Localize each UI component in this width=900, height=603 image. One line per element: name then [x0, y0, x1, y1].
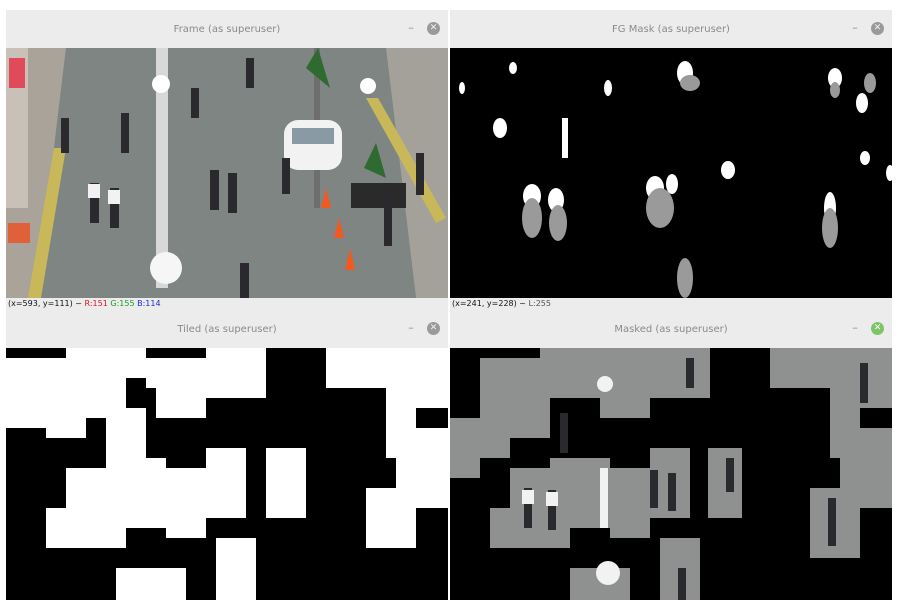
cursor-coords: (x=241, y=228) ~ — [452, 299, 526, 308]
pixel-luma-value: L:255 — [528, 299, 551, 308]
frame-window[interactable]: Frame (as superuser) – ✕ (x=593, y=111) … — [6, 10, 448, 310]
minimize-icon[interactable]: – — [404, 321, 418, 335]
close-icon[interactable]: ✕ — [871, 22, 884, 35]
close-icon[interactable]: ✕ — [427, 322, 440, 335]
masked-image[interactable] — [450, 348, 892, 600]
fgmask-image[interactable] — [450, 48, 892, 298]
fgmask-window-title: FG Mask (as superuser) — [612, 23, 730, 35]
frame-titlebar[interactable]: Frame (as superuser) – ✕ — [6, 10, 448, 48]
frame-window-title: Frame (as superuser) — [173, 23, 281, 35]
frame-image[interactable] — [6, 48, 448, 298]
masked-titlebar[interactable]: Masked (as superuser) – ✕ — [450, 310, 892, 348]
close-icon[interactable]: ✕ — [871, 322, 884, 335]
pixel-blue-value: B:114 — [137, 299, 161, 308]
fgmask-window[interactable]: FG Mask (as superuser) – ✕ (x=241, y=228… — [450, 10, 892, 310]
pixel-red-value: R:151 — [84, 299, 108, 308]
pixel-green-value: G:155 — [110, 299, 135, 308]
tiled-titlebar[interactable]: Tiled (as superuser) – ✕ — [6, 310, 448, 348]
minimize-icon[interactable]: – — [848, 21, 862, 35]
masked-window[interactable]: Masked (as superuser) – ✕ — [450, 310, 892, 600]
tiled-window[interactable]: Tiled (as superuser) – ✕ — [6, 310, 448, 600]
masked-window-title: Masked (as superuser) — [614, 323, 728, 335]
minimize-icon[interactable]: – — [848, 321, 862, 335]
fgmask-titlebar[interactable]: FG Mask (as superuser) – ✕ — [450, 10, 892, 48]
tiled-window-title: Tiled (as superuser) — [177, 323, 277, 335]
close-icon[interactable]: ✕ — [427, 22, 440, 35]
cursor-coords: (x=593, y=111) ~ — [8, 299, 82, 308]
fgmask-status-bar: (x=241, y=228) ~ L:255 — [450, 298, 892, 310]
minimize-icon[interactable]: – — [404, 21, 418, 35]
frame-status-bar: (x=593, y=111) ~ R:151 G:155 B:114 — [6, 298, 448, 310]
tiled-image[interactable] — [6, 348, 448, 600]
